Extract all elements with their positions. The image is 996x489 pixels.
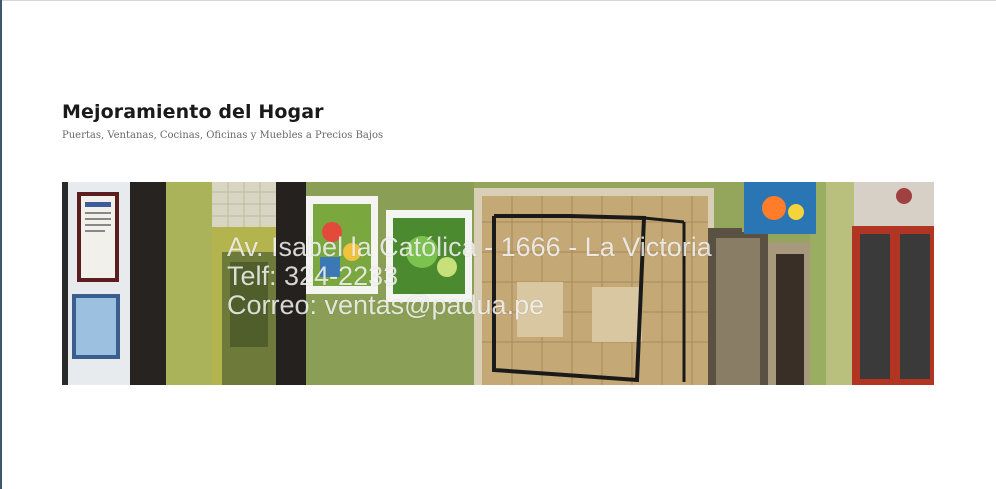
window-left-edge <box>0 0 2 489</box>
contact-overlay: Av. Isabel la Católica - 1666 - La Victo… <box>227 233 712 320</box>
page-top-border <box>0 0 996 1</box>
address-text: Av. Isabel la Católica - 1666 - La Victo… <box>227 232 712 262</box>
site-header: Mejoramiento del Hogar Puertas, Ventanas… <box>62 99 662 143</box>
site-tagline: Puertas, Ventanas, Cocinas, Oficinas y M… <box>62 130 384 141</box>
header-image[interactable]: Av. Isabel la Católica - 1666 - La Victo… <box>62 182 938 385</box>
phone-text: Telf: 324-2233 <box>227 261 399 291</box>
email-text: Correo: ventas@padua.pe <box>227 290 545 320</box>
site-title[interactable]: Mejoramiento del Hogar <box>62 99 662 125</box>
